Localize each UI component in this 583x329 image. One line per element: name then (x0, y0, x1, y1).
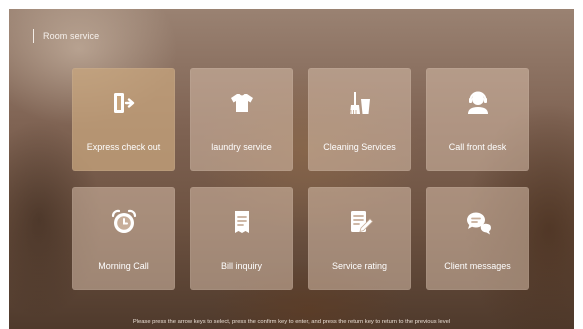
alarm-clock-icon (109, 207, 139, 237)
exit-door-icon (109, 88, 139, 118)
header-divider (33, 29, 34, 43)
tile-label: Service rating (331, 261, 388, 271)
tile-label: Cleaning Services (323, 142, 396, 152)
navigation-hint: Please press the arrow keys to select, p… (132, 319, 451, 325)
tile-service-rating[interactable]: Service rating (308, 187, 411, 290)
header: Room service (33, 29, 99, 43)
tile-label: Bill inquiry (220, 261, 262, 271)
tile-client-messages[interactable]: Client messages (426, 187, 529, 290)
tile-bill-inquiry[interactable]: Bill inquiry (190, 187, 293, 290)
room-service-screen: Room service Express check out laundry s… (9, 9, 574, 329)
tile-label: Call front desk (448, 142, 507, 152)
tile-label: Morning Call (98, 261, 149, 271)
receipt-icon (227, 207, 257, 237)
tile-label: laundry service (211, 142, 272, 152)
tile-morning-call[interactable]: Morning Call (72, 187, 175, 290)
tile-cleaning-services[interactable]: Cleaning Services (308, 68, 411, 171)
tile-label: Express check out (86, 142, 161, 152)
headset-agent-icon (463, 88, 493, 118)
service-grid: Express check out laundry service Cleani… (72, 68, 529, 290)
tile-express-check-out[interactable]: Express check out (72, 68, 175, 171)
broom-bucket-icon (345, 88, 375, 118)
edit-document-icon (345, 207, 375, 237)
tile-laundry-service[interactable]: laundry service (190, 68, 293, 171)
chat-bubbles-icon (463, 207, 493, 237)
shirt-icon (227, 88, 257, 118)
page-title: Room service (43, 31, 100, 41)
tile-label: Client messages (444, 261, 511, 271)
tile-call-front-desk[interactable]: Call front desk (426, 68, 529, 171)
